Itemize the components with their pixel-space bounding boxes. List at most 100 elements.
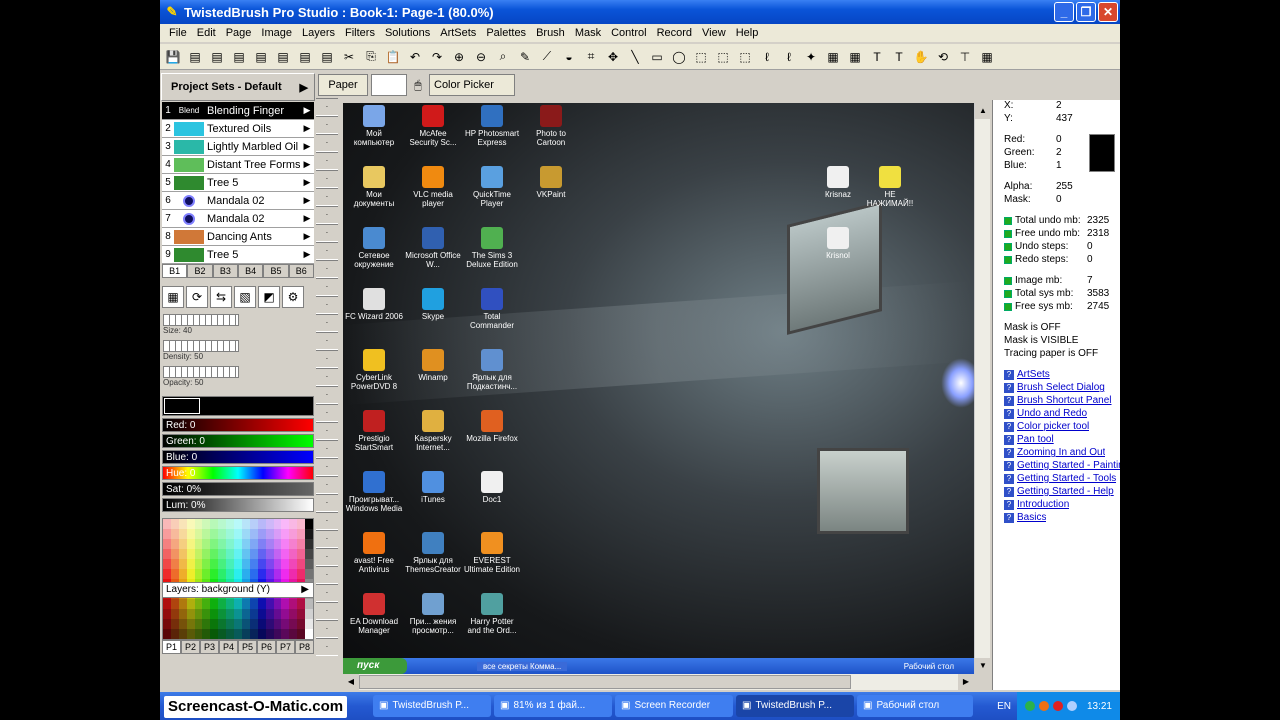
palette-cell[interactable]	[257, 569, 266, 579]
quick-brush-slot[interactable]: ·	[316, 476, 338, 494]
toolbar-select-icon[interactable]: ⬚	[690, 46, 712, 68]
quick-brush-slot[interactable]: ·	[316, 458, 338, 476]
palette-cell[interactable]	[186, 559, 195, 569]
scroll-up-icon[interactable]: ▲	[975, 103, 991, 119]
palette-cell[interactable]	[178, 599, 187, 609]
palette-cell[interactable]	[178, 629, 187, 639]
palette-cell[interactable]	[163, 599, 171, 609]
toolbar-move-icon[interactable]: ✥	[602, 46, 624, 68]
brush-arrow-icon[interactable]: ▶	[300, 141, 314, 152]
palette-cell[interactable]	[234, 559, 242, 569]
quick-brush-slot[interactable]: ·	[316, 350, 338, 368]
minimize-button[interactable]: _	[1054, 2, 1074, 22]
palette-cell[interactable]	[249, 609, 258, 619]
menu-mask[interactable]: Mask	[570, 27, 606, 39]
palette-cell[interactable]	[194, 599, 203, 609]
brush-row[interactable]: 6 Mandala 02 ▶	[162, 192, 314, 210]
toolbar-page-icon[interactable]: ▤	[294, 46, 316, 68]
palette-cell[interactable]	[257, 619, 266, 629]
palette-cell[interactable]	[281, 519, 290, 529]
quick-brush-slot[interactable]: ·	[316, 584, 338, 602]
palette-tab[interactable]: P2	[181, 640, 200, 654]
color-bar[interactable]: Green: 0	[162, 434, 314, 448]
palette-cell[interactable]	[163, 629, 171, 639]
brush-tab[interactable]: B4	[237, 264, 264, 278]
desktop-icon[interactable]: Кrisnol	[809, 227, 867, 283]
quick-brush-slot[interactable]: ·	[316, 530, 338, 548]
palette-cell[interactable]	[202, 569, 211, 579]
toolbar-grid-icon[interactable]: ▦	[844, 46, 866, 68]
brush-row[interactable]: 5 Tree 5 ▶	[162, 174, 314, 192]
palette-cell[interactable]	[226, 549, 235, 559]
palette-cell[interactable]	[178, 519, 187, 529]
brush-row[interactable]: 4 Distant Tree Forms 3 ▶	[162, 156, 314, 174]
palette-cell[interactable]	[265, 599, 274, 609]
palette-cell[interactable]	[305, 569, 313, 579]
palette-cell[interactable]	[249, 569, 258, 579]
palette-cell[interactable]	[234, 609, 242, 619]
palette-cell[interactable]	[249, 549, 258, 559]
desktop-icon[interactable]: Ярлык для ThemesCreator	[404, 532, 462, 588]
palette-cell[interactable]	[289, 599, 298, 609]
palette-cell[interactable]	[257, 629, 266, 639]
desktop-icon[interactable]: iTunes	[404, 471, 462, 527]
palette-cell[interactable]	[170, 629, 179, 639]
brush-arrow-icon[interactable]: ▶	[300, 213, 314, 224]
desktop-icon[interactable]: HP Photosmart Express	[463, 105, 521, 161]
palette-cell[interactable]	[163, 529, 171, 539]
palette-tab[interactable]: P5	[238, 640, 257, 654]
toolbar-page-icon[interactable]: ▤	[316, 46, 338, 68]
toolbar-grid-icon[interactable]: ▦	[976, 46, 998, 68]
quick-brush-slot[interactable]: ·	[316, 602, 338, 620]
palette-cell[interactable]	[218, 609, 227, 619]
quick-brush-slot[interactable]: ·	[316, 170, 338, 188]
palette-cell[interactable]	[289, 529, 298, 539]
title-bar[interactable]: ✎ TwistedBrush Pro Studio : Book-1: Page…	[160, 0, 1120, 24]
palette-cell[interactable]	[234, 529, 242, 539]
color-bar[interactable]: Hue: 0	[162, 466, 314, 480]
palette-cell[interactable]	[186, 539, 195, 549]
help-link[interactable]: Getting Started - Tools	[1017, 473, 1116, 486]
palette-cell[interactable]	[241, 569, 250, 579]
palette-cell[interactable]	[186, 549, 195, 559]
palette-cell[interactable]	[170, 569, 179, 579]
palette-cell[interactable]	[178, 569, 187, 579]
toolbar-wand-icon[interactable]: ✦	[800, 46, 822, 68]
toolbar-rect-icon[interactable]: ▭	[646, 46, 668, 68]
scroll-right-icon[interactable]: ▶	[958, 674, 974, 690]
brush-tab[interactable]: B1	[162, 264, 188, 278]
palette-cell[interactable]	[210, 599, 219, 609]
brush-mask-icon[interactable]: ◩	[258, 286, 280, 308]
palette-cell[interactable]	[273, 539, 282, 549]
palette-cell[interactable]	[226, 599, 235, 609]
slider-track[interactable]	[163, 340, 239, 352]
palette-cell[interactable]	[289, 609, 298, 619]
help-link-row[interactable]: ? Undo and Redo	[993, 408, 1120, 421]
help-link[interactable]: Getting Started - Painting	[1017, 460, 1120, 473]
palette-cell[interactable]	[218, 529, 227, 539]
palette-cell[interactable]	[186, 519, 195, 529]
brush-row[interactable]: 9 Tree 5 ▶	[162, 246, 314, 264]
palette-cell[interactable]	[163, 559, 171, 569]
menu-brush[interactable]: Brush	[531, 27, 570, 39]
toolbar-page-icon[interactable]: ▤	[250, 46, 272, 68]
palette-cell[interactable]	[202, 519, 211, 529]
palette-cell[interactable]	[305, 559, 313, 569]
quick-brush-slot[interactable]: ·	[316, 260, 338, 278]
palette-cell[interactable]	[186, 529, 195, 539]
palette-cell[interactable]	[186, 629, 195, 639]
palette-cell[interactable]	[170, 609, 179, 619]
palette-cell[interactable]	[273, 549, 282, 559]
inner-task[interactable]: все секреты Коммa...	[477, 661, 568, 671]
quick-brush-slot[interactable]: ·	[316, 548, 338, 566]
help-link[interactable]: Getting Started - Help	[1017, 486, 1114, 499]
desktop-icon[interactable]: Prestigio StartSmart	[345, 410, 403, 466]
toolbar-crop-icon[interactable]: ⌗	[580, 46, 602, 68]
quick-brush-slot[interactable]: ·	[316, 386, 338, 404]
desktop-icon[interactable]: VLC media player	[404, 166, 462, 222]
palette-cell[interactable]	[210, 519, 219, 529]
palette-cell[interactable]	[265, 519, 274, 529]
palette-tab[interactable]: P7	[276, 640, 295, 654]
palette-cell[interactable]	[186, 609, 195, 619]
palette-cell[interactable]	[210, 619, 219, 629]
